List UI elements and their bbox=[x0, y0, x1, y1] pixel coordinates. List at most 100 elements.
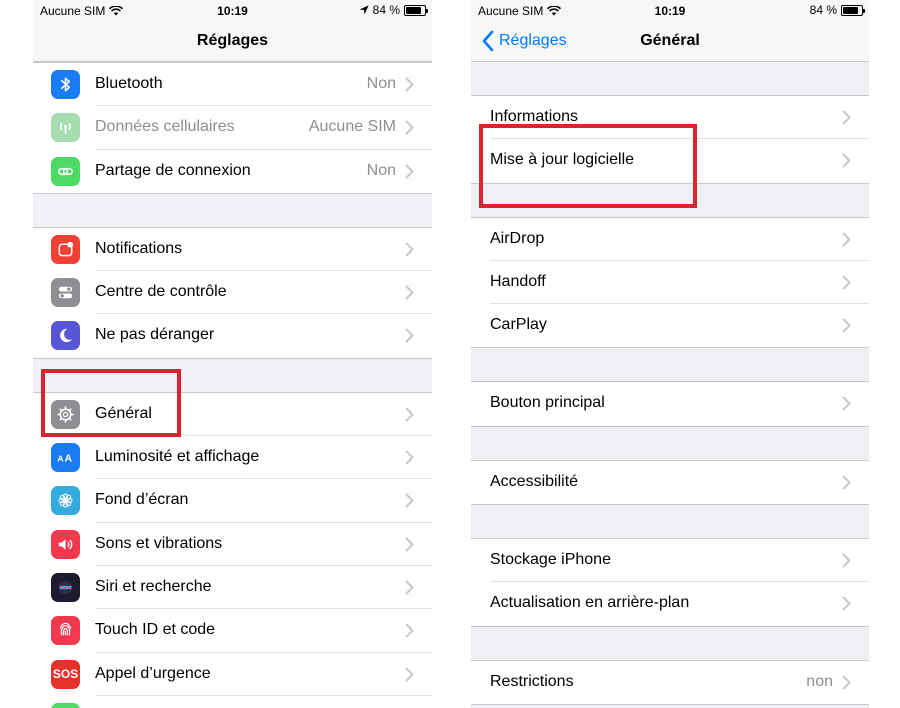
row-label: Handoff bbox=[490, 272, 546, 290]
row-bluetooth[interactable]: Bluetooth Non bbox=[33, 63, 432, 107]
row-label: Bouton principal bbox=[490, 394, 605, 412]
row-airdrop[interactable]: AirDrop bbox=[471, 218, 869, 261]
battery-percent: 84 % bbox=[372, 3, 400, 17]
row-restrictions[interactable]: Restrictions non bbox=[471, 661, 869, 704]
chevron-right-icon bbox=[842, 232, 851, 247]
battery-icon bbox=[51, 702, 80, 708]
row-sons-et-vibrations[interactable]: Sons et vibrations bbox=[33, 523, 432, 566]
chevron-right-icon bbox=[842, 596, 851, 611]
settings-group: Notifications Centre de contrôle Ne pas dé… bbox=[33, 226, 432, 359]
general-screen: Aucune SIM 10:19 84 % Réglages Général I… bbox=[471, 0, 869, 708]
row-luminosite-et-affichage[interactable]: A A Luminosité et affichage bbox=[33, 436, 432, 480]
row-label: Touch ID et code bbox=[95, 621, 216, 639]
row-appel-d-urgence[interactable]: SOS Appel d’urgence bbox=[33, 653, 432, 696]
row-donnees-cellulaires[interactable]: Données cellulaires Aucune SIM bbox=[33, 106, 432, 150]
row-label: CarPlay bbox=[490, 316, 547, 334]
row-touch-id-et-code[interactable]: Touch ID et code bbox=[33, 609, 432, 653]
siri-icon-glyph bbox=[58, 580, 73, 595]
row-partage-de-connexion[interactable]: Partage de connexion Non bbox=[33, 150, 432, 193]
chevron-right-icon bbox=[405, 450, 414, 465]
sounds-icon-glyph bbox=[58, 538, 73, 550]
settings-group: Bluetooth Non Données cellulaires Aucune SI… bbox=[33, 62, 432, 194]
battery-fill bbox=[843, 6, 859, 14]
control-center-icon-glyph bbox=[58, 286, 73, 299]
row-siri-et-recherche[interactable]: Siri et recherche bbox=[33, 566, 432, 610]
row-label: Bluetooth bbox=[95, 75, 163, 92]
status-bar: Aucune SIM 10:19 84 % bbox=[33, 0, 432, 22]
chevron-right-icon bbox=[405, 285, 414, 300]
chevron-right-icon bbox=[405, 77, 414, 92]
row-label: Siri et recherche bbox=[95, 577, 212, 595]
siri-icon bbox=[51, 572, 80, 602]
fingerprint-icon-glyph bbox=[59, 623, 72, 636]
row-actualisation-en-arriere-plan[interactable]: Actualisation en arrière-plan bbox=[471, 582, 869, 625]
settings-group: Restrictions non bbox=[471, 659, 869, 705]
control-center-icon bbox=[51, 278, 80, 308]
cellular-icon bbox=[51, 113, 80, 143]
settings-group: Accessibilité bbox=[471, 459, 869, 506]
row-label: Notifications bbox=[95, 239, 183, 257]
row-label: Ne pas déranger bbox=[95, 326, 215, 344]
row-notifications[interactable]: Notifications bbox=[33, 228, 432, 272]
row-bouton-principal[interactable]: Bouton principal bbox=[471, 382, 869, 425]
hotspot-icon-glyph bbox=[58, 167, 73, 175]
moon-icon-glyph bbox=[60, 329, 73, 343]
chevron-right-icon bbox=[842, 475, 851, 490]
row-label: Données cellulaires bbox=[95, 118, 235, 136]
row-value: Non bbox=[366, 161, 396, 179]
settings-group: Bouton principal bbox=[471, 381, 869, 427]
chevron-right-icon bbox=[405, 164, 414, 179]
wallpaper-icon bbox=[51, 486, 80, 516]
row-accessibilite[interactable]: Accessibilité bbox=[471, 461, 869, 504]
row-label: Partage de connexion bbox=[95, 161, 251, 179]
row-fond-d-ecran[interactable]: Fond d’écran bbox=[33, 479, 432, 523]
chevron-right-icon bbox=[405, 537, 414, 552]
fingerprint-icon bbox=[51, 616, 80, 646]
sos-label: SOS bbox=[52, 667, 79, 682]
row-value: Aucune SIM bbox=[308, 118, 396, 136]
row-label: Stockage iPhone bbox=[490, 551, 611, 569]
status-right: 84 % bbox=[359, 3, 428, 17]
moon-icon bbox=[51, 321, 80, 351]
row-handoff[interactable]: Handoff bbox=[471, 261, 869, 305]
row-label: Fond d’écran bbox=[95, 491, 189, 509]
sounds-icon bbox=[51, 529, 80, 559]
row-label: Sons et vibrations bbox=[95, 534, 223, 552]
chevron-right-icon bbox=[405, 120, 414, 135]
wallpaper-icon-glyph bbox=[58, 493, 73, 508]
chevron-right-icon bbox=[405, 407, 414, 422]
row-batterie[interactable]: Batterie bbox=[33, 696, 432, 708]
nav-bar: Réglages Général bbox=[471, 22, 869, 62]
chevron-right-icon bbox=[842, 396, 851, 411]
chevron-right-icon bbox=[842, 110, 851, 125]
row-ne-pas-deranger[interactable]: Ne pas déranger bbox=[33, 314, 432, 357]
chevron-right-icon bbox=[405, 493, 414, 508]
cellular-icon-glyph bbox=[60, 123, 71, 135]
chevron-right-icon bbox=[405, 242, 414, 257]
chevron-right-icon bbox=[405, 328, 414, 343]
sos-icon: SOS bbox=[51, 659, 80, 689]
row-value: non bbox=[806, 672, 833, 690]
row-label: Appel d’urgence bbox=[95, 664, 211, 682]
highlight-general bbox=[41, 369, 181, 437]
row-centre-de-controle[interactable]: Centre de contrôle bbox=[33, 271, 432, 315]
chevron-right-icon bbox=[405, 623, 414, 638]
settings-screen: Aucune SIM 10:19 84 % Réglages Bluetooth… bbox=[33, 0, 432, 708]
row-label: Actualisation en arrière-plan bbox=[490, 594, 690, 612]
row-stockage-iphone[interactable]: Stockage iPhone bbox=[471, 539, 869, 583]
row-carplay[interactable]: CarPlay bbox=[471, 304, 869, 347]
settings-group: Stockage iPhone Actualisation en arrière-… bbox=[471, 538, 869, 627]
page-title: Général bbox=[640, 32, 700, 49]
nav-bar: Réglages bbox=[33, 22, 432, 62]
chevron-right-icon bbox=[842, 153, 851, 168]
display-icon: AA bbox=[51, 443, 80, 473]
bluetooth-icon-glyph bbox=[60, 77, 71, 92]
row-label: Restrictions bbox=[490, 672, 574, 690]
svg-text:A: A bbox=[65, 453, 73, 464]
chevron-right-icon bbox=[842, 553, 851, 568]
